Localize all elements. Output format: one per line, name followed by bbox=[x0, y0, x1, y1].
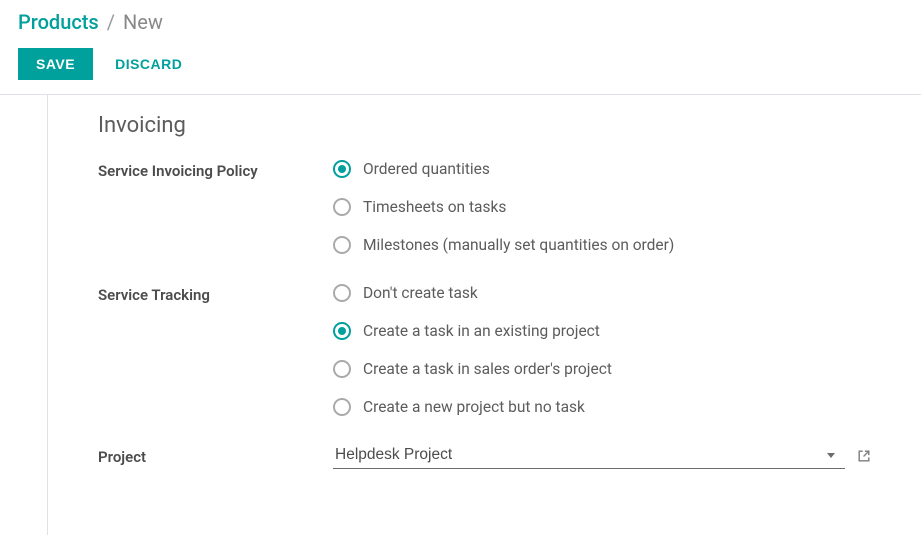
radio-create-task-sales-order-project[interactable]: Create a task in sales order's project bbox=[333, 360, 871, 378]
radio-label: Ordered quantities bbox=[363, 160, 490, 178]
radio-label: Create a task in sales order's project bbox=[363, 360, 612, 378]
radio-group-service-tracking: Don't create task Create a task in an ex… bbox=[333, 280, 871, 434]
breadcrumb-parent-link[interactable]: Products bbox=[18, 10, 99, 34]
save-button[interactable]: SAVE bbox=[18, 48, 93, 80]
label-service-invoicing-policy: Service Invoicing Policy bbox=[98, 156, 333, 272]
radio-create-task-existing-project[interactable]: Create a task in an existing project bbox=[333, 322, 871, 340]
radio-label: Milestones (manually set quantities on o… bbox=[363, 236, 674, 254]
radio-label: Timesheets on tasks bbox=[363, 198, 506, 216]
radio-icon bbox=[333, 360, 351, 378]
label-service-tracking: Service Tracking bbox=[98, 280, 333, 434]
external-link-icon[interactable] bbox=[857, 449, 871, 463]
radio-label: Create a new project but no task bbox=[363, 398, 585, 416]
radio-label: Create a task in an existing project bbox=[363, 322, 600, 340]
discard-button[interactable]: DISCARD bbox=[105, 48, 192, 80]
radio-icon bbox=[333, 398, 351, 416]
left-gutter bbox=[0, 95, 48, 535]
label-project: Project bbox=[98, 442, 333, 469]
radio-ordered-quantities[interactable]: Ordered quantities bbox=[333, 160, 871, 178]
breadcrumb: Products / New bbox=[18, 10, 903, 34]
radio-create-new-project-no-task[interactable]: Create a new project but no task bbox=[333, 398, 871, 416]
radio-group-invoicing-policy: Ordered quantities Timesheets on tasks M… bbox=[333, 156, 871, 272]
radio-icon bbox=[333, 198, 351, 216]
breadcrumb-current: New bbox=[123, 10, 163, 34]
radio-icon bbox=[333, 236, 351, 254]
radio-icon bbox=[333, 284, 351, 302]
radio-icon bbox=[333, 160, 351, 178]
breadcrumb-separator: / bbox=[107, 10, 115, 34]
radio-icon bbox=[333, 322, 351, 340]
project-select-input[interactable] bbox=[333, 442, 845, 469]
radio-label: Don't create task bbox=[363, 284, 478, 302]
section-title-invoicing: Invoicing bbox=[98, 113, 871, 138]
radio-milestones[interactable]: Milestones (manually set quantities on o… bbox=[333, 236, 871, 254]
radio-timesheets-on-tasks[interactable]: Timesheets on tasks bbox=[333, 198, 871, 216]
radio-dont-create-task[interactable]: Don't create task bbox=[333, 284, 871, 302]
caret-down-icon[interactable] bbox=[827, 453, 835, 458]
